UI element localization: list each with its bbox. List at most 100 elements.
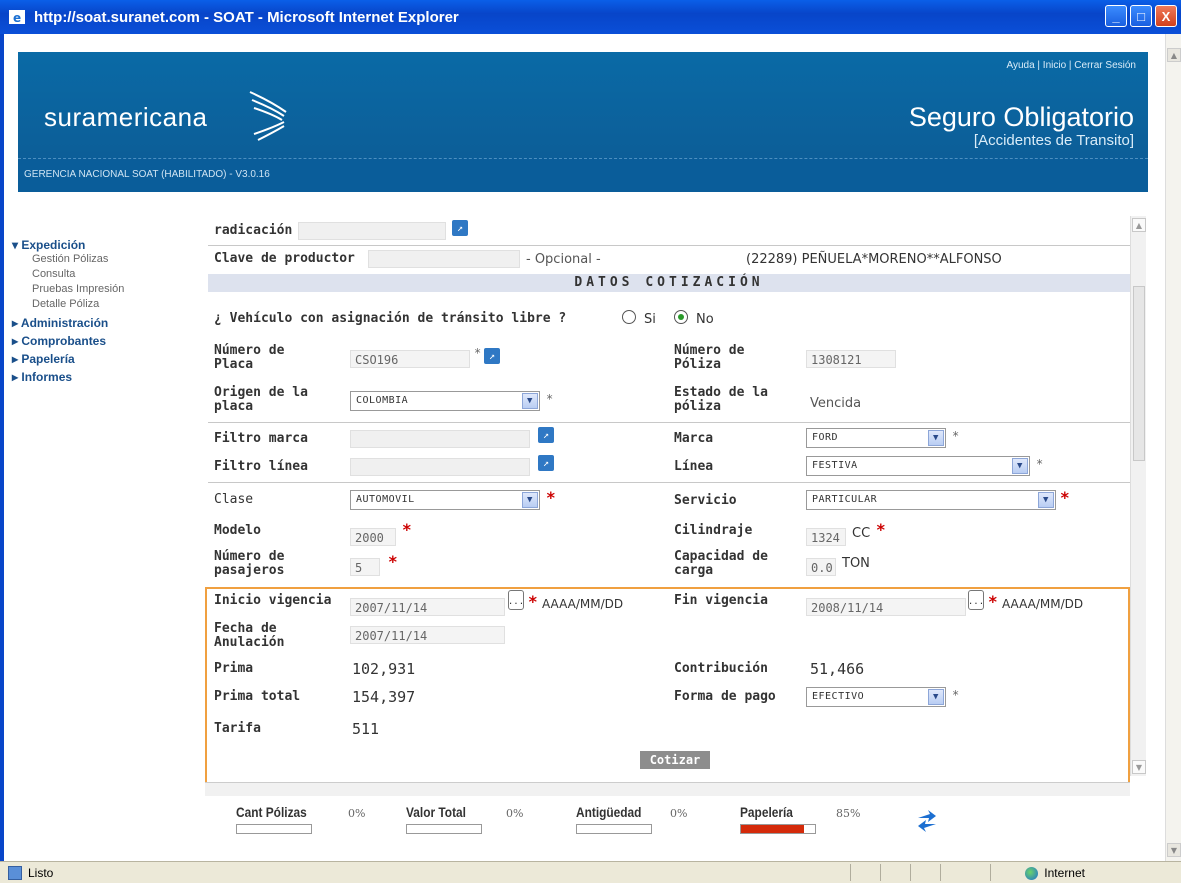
capacidad-input[interactable]: 0.0 bbox=[806, 558, 836, 576]
fin-vigencia-input[interactable]: 2008/11/14 bbox=[806, 598, 966, 616]
divider bbox=[880, 864, 881, 881]
clase-value: AUTOMOVIL bbox=[356, 494, 415, 505]
clave-productor-input[interactable] bbox=[368, 250, 520, 268]
marca-label: Marca bbox=[674, 431, 714, 446]
chevron-down-icon[interactable]: ▼ bbox=[522, 492, 538, 508]
radicacion-input[interactable] bbox=[298, 222, 446, 240]
radicacion-label: radicación bbox=[214, 223, 293, 238]
indicator-valor-total: Valor Total 0% bbox=[406, 804, 523, 834]
refresh-icon[interactable] bbox=[914, 808, 940, 834]
indicator-cant-polizas: Cant Pólizas 0% bbox=[236, 804, 365, 834]
capacidad-unit: TON bbox=[842, 556, 870, 571]
filtro-linea-input[interactable] bbox=[350, 458, 530, 476]
transito-libre-question: ¿ Vehículo con asignación de tránsito li… bbox=[214, 311, 567, 326]
filter-marca-icon[interactable]: ↗ bbox=[538, 427, 554, 443]
clase-select[interactable]: AUTOMOVIL ▼ bbox=[350, 490, 540, 510]
numero-poliza-input[interactable]: 1308121 bbox=[806, 350, 896, 368]
divider bbox=[990, 864, 991, 881]
maximize-button[interactable]: □ bbox=[1130, 5, 1152, 27]
forma-pago-select[interactable]: EFECTIVO ▼ bbox=[806, 687, 946, 707]
origen-placa-select[interactable]: COLOMBIA ▼ bbox=[350, 391, 540, 411]
indicator-percent: 85% bbox=[836, 807, 861, 820]
left-nav: ▾ Expedición Gestión Pólizas Consulta Pr… bbox=[12, 234, 192, 384]
indicator-percent: 0% bbox=[506, 807, 524, 820]
pasajeros-input[interactable]: 5 bbox=[350, 558, 380, 576]
nav-administracion[interactable]: ▸ Administración bbox=[12, 316, 192, 330]
clave-productor-label: Clave de productor bbox=[214, 251, 355, 266]
radio-si-label: Si bbox=[644, 312, 656, 327]
fecha-anulacion-input[interactable]: 2007/11/14 bbox=[350, 626, 505, 644]
chevron-down-icon[interactable]: ▼ bbox=[522, 393, 538, 409]
svg-text:e: e bbox=[13, 11, 21, 25]
nav-comprobantes[interactable]: ▸ Comprobantes bbox=[12, 334, 192, 348]
cotizar-button[interactable]: Cotizar bbox=[640, 751, 710, 769]
indicator-label: Papelería bbox=[740, 804, 793, 820]
radio-si[interactable] bbox=[622, 310, 636, 324]
calendar-fin-button[interactable]: ... bbox=[968, 590, 984, 610]
nav-papeleria[interactable]: ▸ Papelería bbox=[12, 352, 192, 366]
prima-label: Prima bbox=[214, 661, 254, 676]
inicio-vigencia-label: Inicio vigencia bbox=[214, 593, 332, 608]
required-mark: * bbox=[952, 688, 960, 702]
radio-no[interactable] bbox=[674, 310, 688, 324]
required-mark: * bbox=[952, 429, 960, 443]
numero-placa-label: Número de Placa bbox=[214, 343, 285, 372]
linea-select[interactable]: FESTIVA ▼ bbox=[806, 456, 1030, 476]
indicator-fill bbox=[741, 825, 804, 833]
cilindraje-input[interactable]: 1324 bbox=[806, 528, 846, 546]
indicator-label: Antigüedad bbox=[576, 804, 642, 820]
filtro-marca-input[interactable] bbox=[350, 430, 530, 448]
search-placa-icon[interactable]: ↗ bbox=[484, 348, 500, 364]
prima-value: 102,931 bbox=[352, 660, 416, 678]
marca-value: FORD bbox=[812, 432, 839, 443]
form-scrollbar[interactable]: ▲ ▼ bbox=[1130, 216, 1146, 776]
calendar-inicio-button[interactable]: ... bbox=[508, 590, 524, 610]
nav-item-gestion-polizas[interactable]: Gestión Pólizas bbox=[12, 252, 192, 267]
indicator-antiguedad: Antigüedad 0% bbox=[576, 804, 687, 834]
chevron-down-icon[interactable]: ▼ bbox=[928, 430, 944, 446]
scroll-down-icon[interactable]: ▼ bbox=[1132, 760, 1146, 774]
search-icon[interactable]: ↗ bbox=[452, 220, 468, 236]
prima-total-label: Prima total bbox=[214, 689, 301, 704]
required-mark: * bbox=[546, 488, 556, 507]
indicator-label: Valor Total bbox=[406, 804, 466, 820]
nav-item-consulta[interactable]: Consulta bbox=[12, 267, 192, 282]
page-scroll-up-icon[interactable]: ▲ bbox=[1167, 48, 1181, 62]
close-button[interactable]: X bbox=[1155, 5, 1177, 27]
required-mark: * bbox=[528, 592, 538, 611]
clase-label: Clase bbox=[214, 492, 254, 507]
servicio-label: Servicio bbox=[674, 493, 737, 508]
chevron-down-icon[interactable]: ▼ bbox=[928, 689, 944, 705]
scroll-up-icon[interactable]: ▲ bbox=[1132, 218, 1146, 232]
tarifa-label: Tarifa bbox=[214, 721, 261, 736]
nav-informes[interactable]: ▸ Informes bbox=[12, 370, 192, 384]
window-title: http://soat.suranet.com - SOAT - Microso… bbox=[34, 8, 459, 26]
modelo-input[interactable]: 2000 bbox=[350, 528, 396, 546]
form-hscrollbar[interactable] bbox=[205, 782, 1130, 796]
indicator-bar bbox=[236, 824, 312, 834]
divider bbox=[208, 245, 1130, 246]
chevron-down-icon[interactable]: ▼ bbox=[1038, 492, 1054, 508]
linea-value: FESTIVA bbox=[812, 460, 858, 471]
numero-placa-input[interactable]: CSO196 bbox=[350, 350, 470, 368]
nav-item-pruebas-impresion[interactable]: Pruebas Impresión bbox=[12, 282, 192, 297]
scroll-thumb[interactable] bbox=[1133, 286, 1145, 461]
servicio-select[interactable]: PARTICULAR ▼ bbox=[806, 490, 1056, 510]
nav-item-detalle-poliza[interactable]: Detalle Póliza bbox=[12, 297, 192, 312]
minimize-button[interactable]: _ bbox=[1105, 5, 1127, 27]
version-label: GERENCIA NACIONAL SOAT (HABILITADO) - V3… bbox=[24, 169, 270, 180]
filtro-marca-label: Filtro marca bbox=[214, 431, 308, 446]
capacidad-label: Capacidad de carga bbox=[674, 549, 768, 578]
filter-linea-icon[interactable]: ↗ bbox=[538, 455, 554, 471]
nav-expedicion[interactable]: ▾ Expedición bbox=[12, 238, 192, 252]
indicator-percent: 0% bbox=[670, 807, 688, 820]
inicio-vigencia-input[interactable]: 2007/11/14 bbox=[350, 598, 505, 616]
top-links[interactable]: Ayuda | Inicio | Cerrar Sesión bbox=[1006, 60, 1136, 71]
indicator-bar bbox=[576, 824, 652, 834]
page-scroll-down-icon[interactable]: ▼ bbox=[1167, 843, 1181, 857]
chevron-down-icon[interactable]: ▼ bbox=[1012, 458, 1028, 474]
page-scrollbar[interactable]: ▲ ▼ bbox=[1165, 34, 1181, 861]
date-format-hint: AAAA/MM/DD bbox=[542, 597, 624, 611]
marca-select[interactable]: FORD ▼ bbox=[806, 428, 946, 448]
window-titlebar: e http://soat.suranet.com - SOAT - Micro… bbox=[0, 0, 1181, 34]
